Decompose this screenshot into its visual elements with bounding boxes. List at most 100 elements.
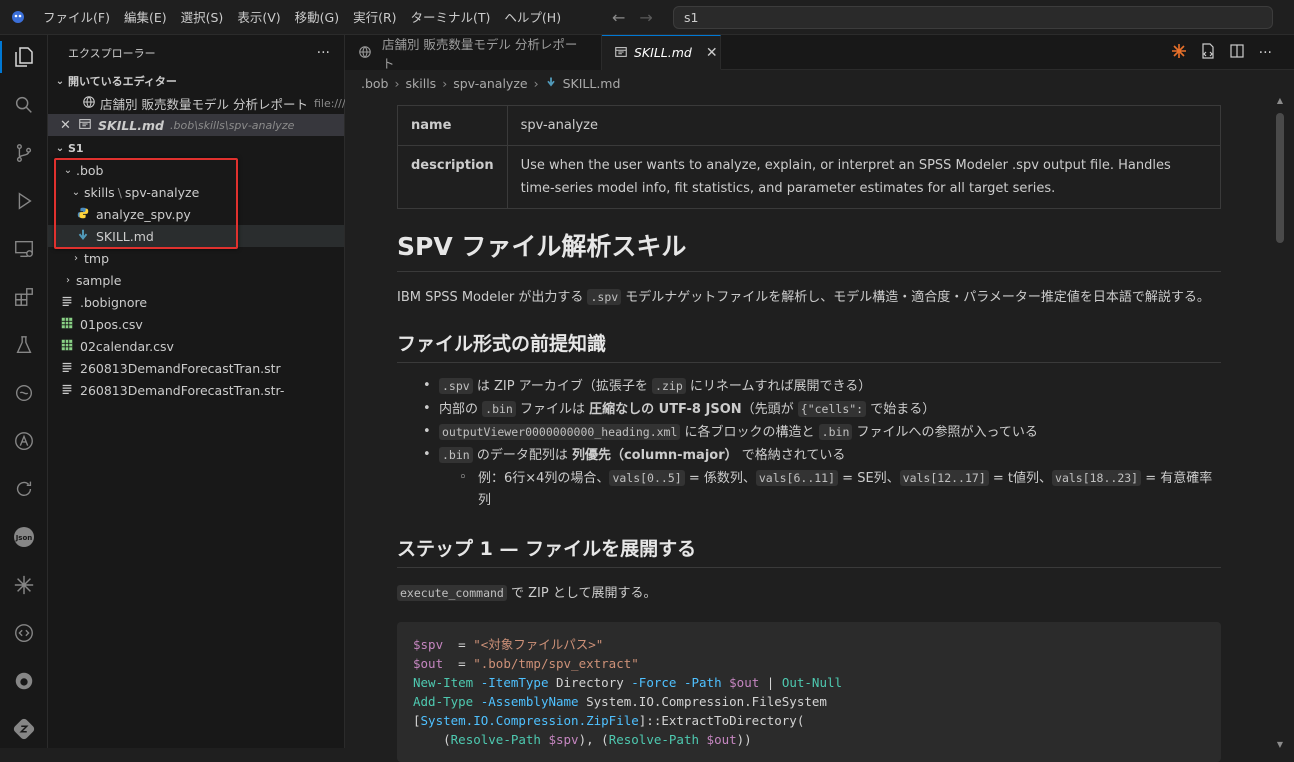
- highlight-annotation-box: [54, 158, 238, 249]
- text-lines-icon: [60, 360, 76, 376]
- sparkle-icon[interactable]: [0, 565, 48, 605]
- menu-file[interactable]: ファイル(F): [36, 0, 117, 35]
- menu-run[interactable]: 実行(R): [346, 0, 403, 35]
- explorer-title: エクスプローラー: [68, 46, 156, 60]
- a-logo-icon[interactable]: [0, 421, 48, 461]
- menu-selection[interactable]: 選択(S): [174, 0, 231, 35]
- github-icon[interactable]: [0, 661, 48, 701]
- tree-file-02calendar[interactable]: 02calendar.csv: [48, 335, 344, 357]
- tab-close-icon[interactable]: ✕: [706, 45, 718, 61]
- step1-paragraph: execute_command で ZIP として展開する。: [397, 582, 1221, 605]
- chevron-right-icon: ›: [442, 75, 448, 91]
- title-bar: ファイル(F) 編集(E) 選択(S) 表示(V) 移動(G) 実行(R) ター…: [0, 0, 1294, 35]
- tree-folder-tmp[interactable]: › tmp: [48, 247, 344, 269]
- menu-edit[interactable]: 編集(E): [117, 0, 174, 35]
- frontmatter-table: name spv-analyze description Use when th…: [397, 105, 1222, 209]
- markdown-file-icon: [545, 76, 557, 91]
- extensions-icon[interactable]: [0, 277, 48, 317]
- source-control-icon[interactable]: [0, 133, 48, 173]
- forward-arrow-icon[interactable]: →: [639, 8, 652, 27]
- markdown-preview-icon: [614, 45, 628, 61]
- tree-file-str[interactable]: 260813DemandForecastTran.str: [48, 357, 344, 379]
- more-actions-icon[interactable]: ···: [317, 45, 330, 61]
- breadcrumb-item[interactable]: skills: [406, 76, 437, 91]
- sparkle-burst-icon[interactable]: [1171, 43, 1187, 62]
- open-editors-section[interactable]: ⌄ 開いているエディター: [48, 70, 344, 92]
- scrollbar-thumb[interactable]: [1276, 113, 1284, 243]
- globe-icon: [358, 45, 374, 61]
- search-icon[interactable]: [0, 85, 48, 125]
- open-editor-item-skill[interactable]: ✕ SKILL.md .bob\skills\spv-analyze: [48, 114, 344, 136]
- open-editor-path: .bob\skills\spv-analyze: [170, 118, 295, 132]
- menu-terminal[interactable]: ターミナル(T): [404, 0, 498, 35]
- scroll-up-arrow-icon[interactable]: ▲: [1276, 97, 1284, 105]
- menu-go[interactable]: 移動(G): [288, 0, 346, 35]
- chevron-right-icon: ›: [533, 75, 539, 91]
- menu-bar: ファイル(F) 編集(E) 選択(S) 表示(V) 移動(G) 実行(R) ター…: [36, 0, 568, 35]
- sync-loop-icon[interactable]: [0, 373, 48, 413]
- list-item: outputViewer0000000000_heading.xml に各ブロッ…: [397, 421, 1221, 444]
- tree-label: tmp: [84, 250, 110, 266]
- open-preview-source-icon[interactable]: [1201, 43, 1215, 62]
- testing-flask-icon[interactable]: [0, 325, 48, 365]
- breadcrumb-item[interactable]: spv-analyze: [453, 76, 527, 91]
- open-editors-label: 開いているエディター: [68, 75, 177, 88]
- menu-view[interactable]: 表示(V): [230, 0, 287, 35]
- tab-label: 店舗別 販売数量モデル 分析レポート: [381, 36, 578, 71]
- tree-folder-sample[interactable]: › sample: [48, 269, 344, 291]
- table-row: name spv-analyze: [397, 105, 1222, 146]
- chevron-down-icon: ⌄: [55, 142, 65, 154]
- csv-file-icon: [60, 338, 76, 354]
- markdown-preview-icon: [78, 117, 94, 133]
- list-item: .bin のデータ配列は 列優先（column-major） で格納されている: [397, 444, 1221, 467]
- back-arrow-icon[interactable]: ←: [612, 8, 625, 27]
- editor-tabs: 店舗別 販売数量モデル 分析レポート SKILL.md ✕: [345, 35, 1294, 71]
- globe-icon: [82, 95, 96, 111]
- workspace-label: S1: [68, 141, 84, 155]
- code-block: $spv = "<対象ファイルパス>" $out = ".bob/tmp/spv…: [397, 622, 1221, 762]
- run-debug-icon[interactable]: [0, 181, 48, 221]
- open-editor-name: 店舗別 販売数量モデル 分析レポート: [100, 96, 308, 112]
- open-editor-item-report[interactable]: 店舗別 販売数量モデル 分析レポート file:///...: [48, 92, 356, 114]
- remote-explorer-icon[interactable]: [0, 229, 48, 269]
- tree-file-01pos[interactable]: 01pos.csv: [48, 313, 344, 335]
- tree-label: .bobignore: [80, 294, 148, 310]
- explorer-icon[interactable]: [0, 37, 48, 77]
- workspace-section[interactable]: ⌄ S1: [48, 137, 344, 159]
- tree-label: sample: [76, 272, 122, 288]
- editor-area: 店舗別 販売数量モデル 分析レポート SKILL.md ✕ ··· .bob ›…: [345, 35, 1294, 762]
- breadcrumb: .bob › skills › spv-analyze › SKILL.md: [361, 72, 620, 94]
- more-actions-icon[interactable]: ···: [1259, 45, 1272, 61]
- chevron-right-icon: ›: [394, 75, 400, 91]
- tree-file-str-backup[interactable]: 260813DemandForecastTran.str-: [48, 379, 344, 401]
- explorer-sidebar: エクスプローラー ··· ⌄ 開いているエディター 店舗別 販売数量モデル 分析…: [48, 35, 356, 748]
- markdown-preview: name spv-analyze description Use when th…: [397, 105, 1222, 762]
- list-item: 例：6行×4列の場合、vals[0..5] = 係数列、vals[6..11] …: [397, 467, 1221, 512]
- split-editor-icon[interactable]: [1229, 43, 1245, 62]
- breadcrumb-item[interactable]: SKILL.md: [563, 76, 621, 91]
- json-icon[interactable]: Json: [0, 517, 48, 557]
- chevron-right-icon: ›: [74, 252, 78, 264]
- tab-skill-md[interactable]: SKILL.md ✕: [602, 35, 721, 70]
- tree-label: 01pos.csv: [80, 316, 143, 332]
- tree-file-bobignore[interactable]: .bobignore: [48, 291, 344, 313]
- heading-step-1: ステップ 1 — ファイルを展開する: [397, 534, 1221, 568]
- tree-label: 02calendar.csv: [80, 338, 174, 354]
- tab-report[interactable]: 店舗別 販売数量モデル 分析レポート: [345, 35, 602, 71]
- open-editor-name: SKILL.md: [98, 117, 164, 133]
- chevron-right-icon: ›: [66, 274, 70, 286]
- code-icon[interactable]: [0, 613, 48, 653]
- menu-help[interactable]: ヘルプ(H): [497, 0, 568, 35]
- vertical-scrollbar[interactable]: ▲ ▼: [1276, 97, 1284, 749]
- zed-icon[interactable]: [0, 709, 48, 749]
- breadcrumb-item[interactable]: .bob: [361, 76, 389, 91]
- frontmatter-key: description: [397, 145, 508, 209]
- list-item: .spv は ZIP アーカイブ（拡張子を .zip にリネームすれば展開できる…: [397, 375, 1221, 398]
- refresh-icon[interactable]: [0, 469, 48, 509]
- app-logo-icon: [0, 0, 36, 35]
- table-row: description Use when the user wants to a…: [397, 145, 1222, 209]
- command-center-search[interactable]: s1: [673, 6, 1273, 29]
- frontmatter-value: Use when the user wants to analyze, expl…: [506, 145, 1222, 209]
- close-icon[interactable]: ✕: [60, 118, 78, 133]
- heading-file-format: ファイル形式の前提知識: [397, 329, 1221, 363]
